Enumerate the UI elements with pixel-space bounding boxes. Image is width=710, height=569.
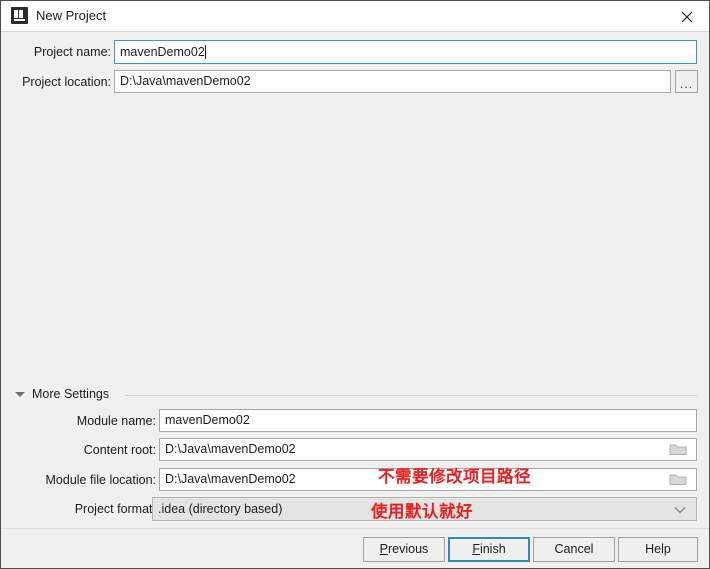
- annotation-path-note: 不需要修改项目路径: [378, 468, 531, 486]
- annotation-default-note: 使用默认就好: [371, 503, 473, 521]
- module-name-label: Module name:: [76, 414, 156, 428]
- module-file-location-label: Module file location:: [45, 473, 156, 487]
- title-bar: New Project: [1, 1, 709, 32]
- text-caret: [204, 45, 206, 59]
- section-divider: [125, 395, 697, 396]
- close-glyph: [681, 11, 693, 23]
- project-location-input[interactable]: D:\Java\mavenDemo02: [114, 70, 671, 93]
- new-project-dialog: New Project Project name: mavenDemo02 Pr…: [0, 0, 710, 569]
- footer-divider: [1, 528, 709, 529]
- project-location-browse-button[interactable]: ...: [675, 70, 698, 93]
- folder-glyph: [669, 444, 687, 455]
- intellij-idea-icon: [11, 7, 28, 24]
- close-icon[interactable]: [665, 1, 709, 30]
- cancel-button[interactable]: Cancel: [533, 537, 615, 562]
- project-format-label: Project format:: [74, 502, 156, 516]
- finish-button[interactable]: Finish: [448, 537, 530, 562]
- more-settings-label: More Settings: [32, 387, 110, 401]
- chevron-glyph: [674, 507, 686, 514]
- module-name-input[interactable]: mavenDemo02: [159, 409, 697, 432]
- window-title: New Project: [36, 8, 107, 23]
- previous-button-label-rest: revious: [388, 542, 429, 556]
- project-format-chevron-down-icon[interactable]: [673, 504, 699, 516]
- more-settings-toggle[interactable]: More Settings: [15, 387, 697, 403]
- project-name-label: Project name:: [33, 45, 111, 59]
- help-button[interactable]: Help: [618, 537, 698, 562]
- content-root-input[interactable]: D:\Java\mavenDemo02: [159, 438, 697, 461]
- folder-glyph: [669, 474, 687, 485]
- project-location-label: Project location:: [22, 75, 111, 89]
- finish-button-label-rest: inish: [479, 542, 506, 556]
- chevron-down-icon: [15, 392, 25, 397]
- ellipsis-icon: ...: [679, 77, 693, 91]
- project-name-input[interactable]: mavenDemo02: [114, 40, 697, 64]
- content-root-label: Content root:: [83, 443, 156, 457]
- previous-button[interactable]: Previous: [363, 537, 445, 562]
- content-root-folder-icon[interactable]: [669, 442, 695, 458]
- module-file-location-folder-icon[interactable]: [669, 472, 695, 488]
- project-name-value: mavenDemo02: [120, 45, 205, 59]
